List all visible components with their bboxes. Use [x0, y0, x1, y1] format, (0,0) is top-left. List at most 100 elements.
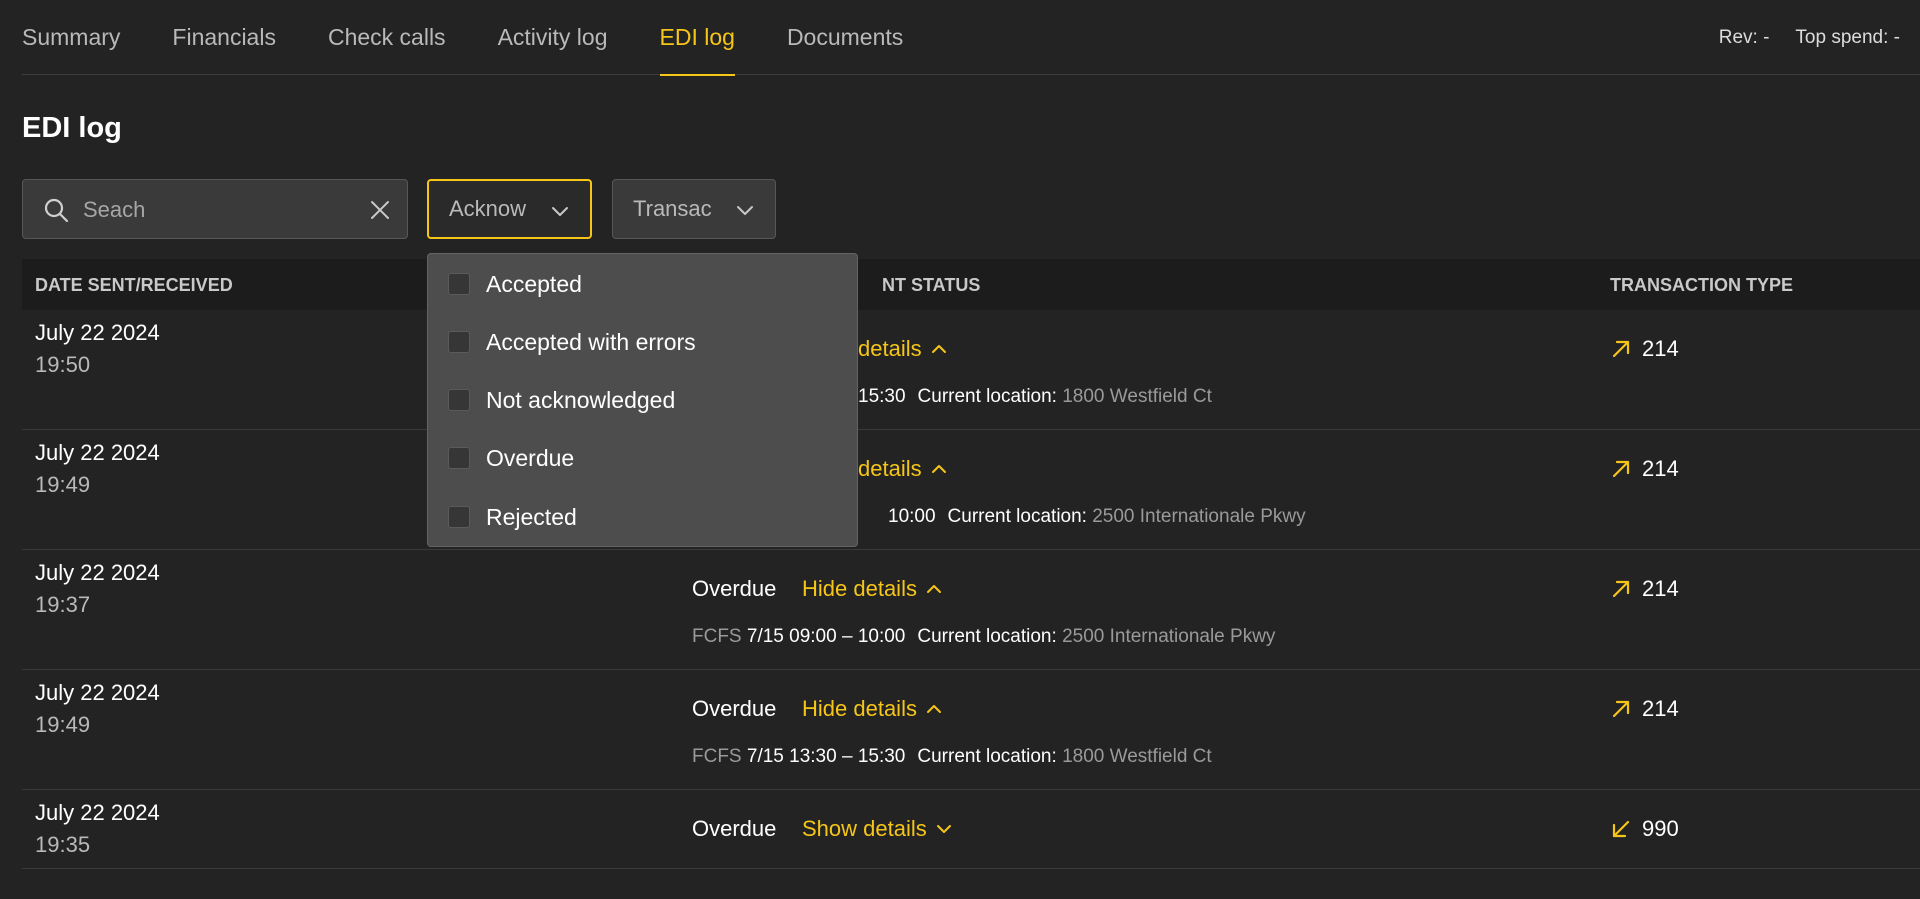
toggle-label: Hide details — [802, 576, 917, 601]
tab-check-calls[interactable]: Check calls — [328, 0, 446, 75]
row-time: 19:35 — [35, 832, 91, 857]
checkbox[interactable] — [448, 331, 470, 353]
tab-summary[interactable]: Summary — [22, 0, 120, 75]
tab-financials[interactable]: Financials — [172, 0, 276, 75]
column-header-date: DATE SENT/RECEIVED — [35, 275, 233, 295]
option-label: Accepted with errors — [486, 328, 696, 355]
row-time: 19:49 — [35, 472, 91, 497]
transaction-type-value: 214 — [1642, 576, 1679, 601]
location-value: 2500 Internationale Pkwy — [1062, 626, 1276, 647]
option-not-acknowledged[interactable]: Not acknowledged — [448, 382, 675, 418]
hide-details-toggle[interactable]: details — [858, 456, 948, 482]
table-row: July 22 2024 19:49 details 10:00 Current … — [22, 430, 1920, 550]
toggle-label: Hide details — [802, 696, 917, 721]
transaction-type-value: 990 — [1642, 816, 1679, 841]
row-details: FCFS 7/15 13:30 – 15:30 Current location:… — [692, 746, 1212, 768]
search-input[interactable] — [83, 190, 363, 230]
checkbox[interactable] — [448, 447, 470, 469]
appointment-time: 10:00 — [888, 506, 936, 527]
transaction-type: 214 — [1610, 576, 1679, 602]
hide-details-toggle[interactable]: details — [858, 336, 948, 362]
rev-stat: Rev: - — [1718, 26, 1770, 48]
toggle-label: Show details — [802, 816, 927, 841]
appointment-label: FCFS — [692, 626, 742, 647]
option-label: Accepted — [486, 270, 582, 297]
location-label: Current location: — [917, 746, 1057, 767]
arrow-up-right-icon — [1612, 700, 1630, 718]
table-row: July 22 2024 19:37 Overdue Hide details … — [22, 550, 1920, 670]
tab-activity-log[interactable]: Activity log — [498, 0, 608, 75]
row-details: 15:30 Current location: 1800 Westfield Ct — [858, 386, 1212, 408]
row-details: 10:00 Current location: 2500 Internationa… — [888, 506, 1306, 528]
chevron-up-icon — [926, 585, 941, 593]
row-date: July 22 2024 — [35, 320, 160, 345]
toggle-label: details — [858, 456, 922, 481]
row-date: July 22 2024 — [35, 800, 160, 825]
table-row: July 22 2024 19:49 Overdue Hide details … — [22, 670, 1920, 790]
location-value: 2500 Internationale Pkwy — [1092, 506, 1306, 527]
checkbox[interactable] — [448, 506, 470, 528]
transaction-type: 990 — [1610, 816, 1679, 842]
hide-details-toggle[interactable]: Hide details — [802, 696, 943, 722]
arrow-up-right-icon — [1612, 340, 1630, 358]
checkbox[interactable] — [448, 389, 470, 411]
hide-details-toggle[interactable]: Hide details — [802, 576, 943, 602]
appointment-time: 15:30 — [858, 386, 906, 407]
option-label: Not acknowledged — [486, 386, 676, 413]
page-title: EDI log — [22, 112, 122, 144]
row-time: 19:50 — [35, 352, 91, 377]
row-time: 19:37 — [35, 592, 91, 617]
column-header-status: NT STATUS — [882, 275, 981, 295]
acknowledgement-filter-label: Acknow — [449, 196, 527, 221]
tab-bar: Summary Financials Check calls Activity … — [22, 0, 955, 76]
chevron-down-icon — [936, 825, 951, 833]
location-value: 1800 Westfield Ct — [1062, 746, 1212, 767]
transaction-type: 214 — [1610, 336, 1679, 362]
appointment-label: FCFS — [692, 746, 742, 767]
checkbox[interactable] — [448, 273, 470, 295]
chevron-down-icon — [552, 207, 568, 216]
option-accepted-with-errors[interactable]: Accepted with errors — [448, 324, 696, 360]
show-details-toggle[interactable]: Show details — [802, 816, 953, 842]
row-date: July 22 2024 — [35, 560, 160, 585]
row-date: July 22 2024 — [35, 440, 160, 465]
location-label: Current location: — [917, 626, 1057, 647]
option-overdue[interactable]: Overdue — [448, 440, 574, 476]
row-time: 19:49 — [35, 712, 91, 737]
search-box — [22, 179, 408, 239]
chevron-up-icon — [931, 465, 946, 473]
app-root: Summary Financials Check calls Activity … — [22, 0, 1920, 899]
transaction-type: 214 — [1610, 456, 1679, 482]
tab-edi-log[interactable]: EDI log — [659, 0, 736, 76]
row-date: July 22 2024 — [35, 680, 160, 705]
location-value: 1800 Westfield Ct — [1062, 386, 1212, 407]
transaction-type: 214 — [1610, 696, 1679, 722]
location-label: Current location: — [917, 386, 1057, 407]
clear-icon[interactable] — [369, 199, 391, 221]
chevron-up-icon — [931, 345, 946, 353]
chevron-down-icon — [737, 206, 753, 215]
transaction-filter-label: Transac — [633, 196, 712, 221]
tab-documents[interactable]: Documents — [787, 0, 903, 75]
column-header-transaction-type: TRANSACTION TYPE — [1610, 275, 1794, 295]
toggle-label: details — [858, 336, 922, 361]
option-label: Overdue — [486, 444, 575, 471]
acknowledgement-status: Overdue — [692, 696, 777, 721]
option-rejected[interactable]: Rejected — [448, 499, 577, 535]
arrow-up-right-icon — [1612, 460, 1630, 478]
acknowledgement-status: Overdue — [692, 816, 777, 841]
transaction-filter[interactable]: Transac — [612, 179, 776, 239]
appointment-time: 7/15 09:00 – 10:00 — [746, 626, 906, 647]
row-details: FCFS 7/15 09:00 – 10:00 Current location:… — [692, 626, 1275, 648]
option-accepted[interactable]: Accepted — [448, 266, 582, 302]
location-label: Current location: — [947, 506, 1087, 527]
acknowledgement-filter[interactable]: Acknow — [427, 179, 592, 239]
top-nav: Summary Financials Check calls Activity … — [22, 0, 1920, 76]
search-icon — [44, 198, 69, 223]
acknowledgement-dropdown-menu: Accepted Accepted with errors Not acknow… — [427, 253, 858, 547]
header-stats: Rev: - Top spend: - — [1693, 0, 1900, 75]
chevron-up-icon — [926, 705, 941, 713]
top-spend-stat: Top spend: - — [1795, 26, 1900, 48]
appointment-time: 7/15 13:30 – 15:30 — [746, 746, 906, 767]
transaction-type-value: 214 — [1642, 696, 1679, 721]
